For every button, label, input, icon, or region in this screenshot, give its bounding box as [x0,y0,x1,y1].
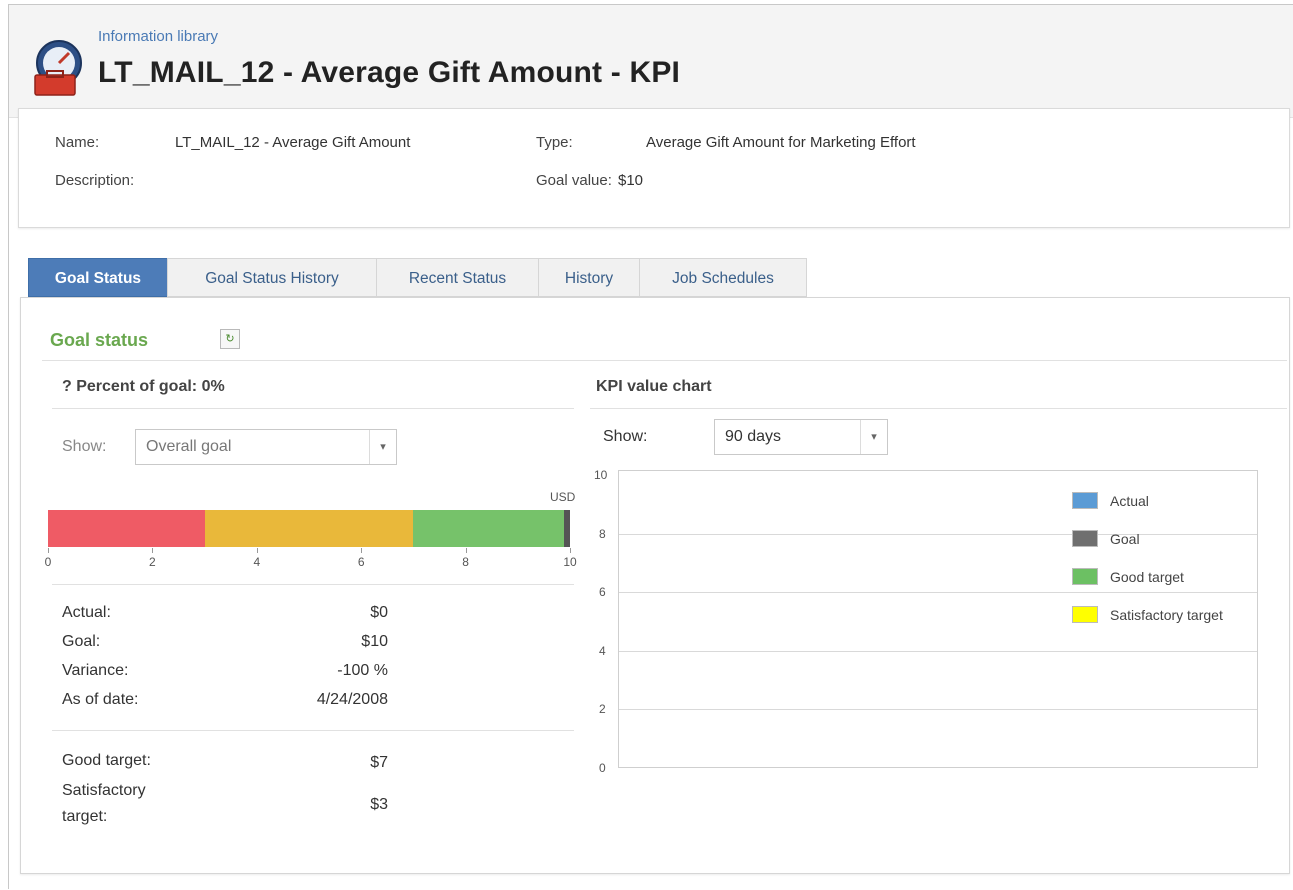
stat-value: -100 % [337,662,388,679]
refresh-icon[interactable]: ↻ [220,329,240,349]
goal-value-label: Goal value: [536,172,612,189]
stat-value: $10 [361,633,388,650]
gauge-unit-label: USD [550,490,576,504]
chart-show-label: Show: [603,428,648,445]
divider [42,360,1287,361]
target-value: $7 [370,754,388,771]
y-tick-label: 6 [599,585,606,600]
gauge-tick [152,548,154,553]
stat-value: 4/24/2008 [316,691,388,708]
tab-goal-status-history[interactable]: Goal Status History [167,258,377,297]
gauge-tick-label: 10 [563,555,577,569]
gauge-goal-marker [564,510,570,547]
y-tick-label: 10 [594,468,608,482]
goal-show-value: Overall goal [146,438,232,455]
divider [590,408,1287,409]
tab-job-schedules[interactable]: Job Schedules [639,258,807,297]
tab-goal-status[interactable]: Goal Status [28,258,168,297]
chevron-down-icon: ▾ [860,420,887,454]
stat-label: Goal: [62,633,101,650]
chevron-down-icon: ▾ [369,430,396,464]
divider [52,730,574,731]
legend-swatch [1072,568,1098,585]
description-label: Description: [55,172,135,189]
gauge-band [413,510,570,547]
breadcrumb-link[interactable]: Information library [98,28,218,45]
goal-gauge [48,510,570,547]
stat-label: Variance: [62,662,129,679]
stat-label: As of date: [62,691,139,708]
name-value: LT_MAIL_12 - Average Gift Amount [175,134,411,151]
goal-value: $10 [618,172,644,189]
divider [52,584,574,585]
stat-label: Actual: [62,604,111,621]
chart-gridline [619,709,1257,711]
gauge-tick-label: 0 [44,555,52,569]
chart-range-select[interactable]: 90 days ▾ [714,419,888,455]
divider [52,408,574,409]
gauge-tick-label: 4 [253,555,261,569]
gauge-tick [256,548,258,553]
legend-label: Actual [1110,493,1149,509]
goal-show-label: Show: [62,438,107,455]
goal-status-heading: Goal status [50,330,149,350]
page-title: LT_MAIL_12 - Average Gift Amount - KPI [98,56,681,89]
legend-label: Good target [1110,569,1184,585]
chart-gridline [619,533,1257,535]
gauge-tick-label: 6 [357,555,365,569]
gauge-band [48,510,205,547]
type-label: Type: [536,134,573,151]
percent-of-goal-heading: ? Percent of goal: 0% [62,378,225,395]
tab-history[interactable]: History [538,258,640,297]
legend-label: Satisfactory target [1110,607,1223,623]
kpi-info-panel [18,108,1290,228]
target-label: Good target: [62,752,151,769]
y-tick-label: 2 [599,702,606,717]
legend-swatch [1072,606,1098,623]
kpi-chart-heading: KPI value chart [596,378,712,395]
type-value: Average Gift Amount for Marketing Effort [646,134,916,151]
target-label: Satisfactory target: [62,782,146,825]
target-value: $3 [370,796,388,813]
gauge-tick [570,548,571,553]
goal-show-select[interactable]: Overall goal ▾ [135,429,397,465]
gauge-tick [48,548,49,553]
gauge-tick [465,548,467,553]
stat-value: $0 [370,604,388,621]
y-tick-label: 8 [599,526,606,541]
legend-swatch [1072,530,1098,547]
legend-swatch [1072,492,1098,509]
gauge-band [204,510,414,547]
name-label: Name: [55,134,100,151]
chart-gridline [619,592,1257,594]
gauge-tick-label: 2 [149,555,156,569]
legend-label: Goal [1110,531,1140,547]
toolbox-gauge-icon [34,40,82,96]
gauge-tick [361,548,363,553]
chart-range-value: 90 days [725,428,782,445]
chart-gridline [619,650,1257,652]
tab-recent-status[interactable]: Recent Status [376,258,539,297]
y-tick-label: 4 [599,643,606,658]
y-tick-label: 0 [599,761,606,775]
gauge-tick-label: 8 [462,555,469,569]
